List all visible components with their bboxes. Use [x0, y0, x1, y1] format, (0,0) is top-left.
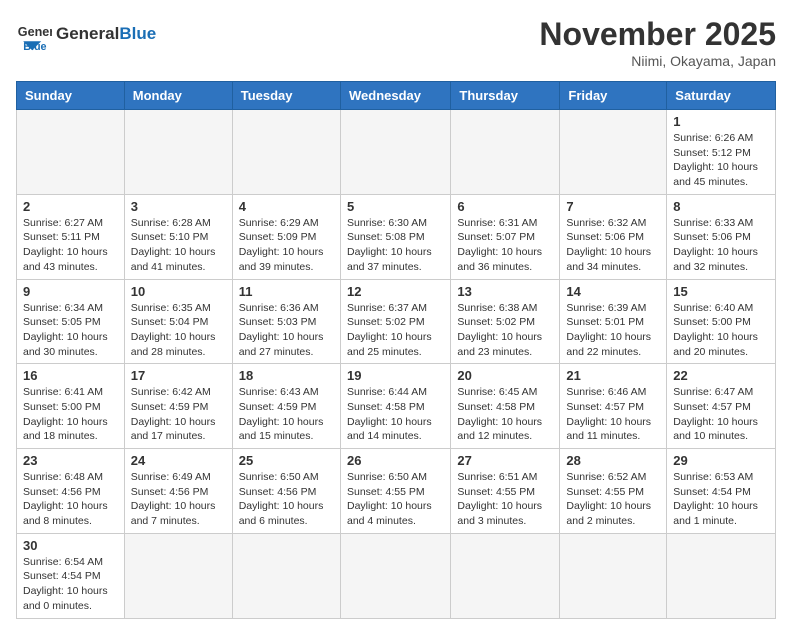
table-row	[17, 110, 125, 195]
table-row: 6 Sunrise: 6:31 AMSunset: 5:07 PMDayligh…	[451, 194, 560, 279]
table-row: 11 Sunrise: 6:36 AMSunset: 5:03 PMDaylig…	[232, 279, 340, 364]
month-title: November 2025	[539, 16, 776, 53]
table-row	[124, 110, 232, 195]
col-tuesday: Tuesday	[232, 82, 340, 110]
svg-text:General: General	[18, 25, 52, 39]
table-row: 1 Sunrise: 6:26 AMSunset: 5:12 PMDayligh…	[667, 110, 776, 195]
col-sunday: Sunday	[17, 82, 125, 110]
logo-blue: Blue	[119, 24, 156, 43]
table-row: 14 Sunrise: 6:39 AMSunset: 5:01 PMDaylig…	[560, 279, 667, 364]
table-row: 23 Sunrise: 6:48 AMSunset: 4:56 PMDaylig…	[17, 449, 125, 534]
table-row	[451, 533, 560, 618]
table-row: 2 Sunrise: 6:27 AMSunset: 5:11 PMDayligh…	[17, 194, 125, 279]
table-row: 7 Sunrise: 6:32 AMSunset: 5:06 PMDayligh…	[560, 194, 667, 279]
table-row: 17 Sunrise: 6:42 AMSunset: 4:59 PMDaylig…	[124, 364, 232, 449]
table-row: 18 Sunrise: 6:43 AMSunset: 4:59 PMDaylig…	[232, 364, 340, 449]
table-row: 28 Sunrise: 6:52 AMSunset: 4:55 PMDaylig…	[560, 449, 667, 534]
table-row: 29 Sunrise: 6:53 AMSunset: 4:54 PMDaylig…	[667, 449, 776, 534]
table-row: 8 Sunrise: 6:33 AMSunset: 5:06 PMDayligh…	[667, 194, 776, 279]
table-row: 20 Sunrise: 6:45 AMSunset: 4:58 PMDaylig…	[451, 364, 560, 449]
table-row: 21 Sunrise: 6:46 AMSunset: 4:57 PMDaylig…	[560, 364, 667, 449]
logo-general: General	[56, 24, 119, 43]
table-row: 30 Sunrise: 6:54 AMSunset: 4:54 PMDaylig…	[17, 533, 125, 618]
table-row: 5 Sunrise: 6:30 AMSunset: 5:08 PMDayligh…	[340, 194, 450, 279]
table-row: 26 Sunrise: 6:50 AMSunset: 4:55 PMDaylig…	[340, 449, 450, 534]
svg-text:Blue: Blue	[23, 41, 46, 52]
calendar-table: Sunday Monday Tuesday Wednesday Thursday…	[16, 81, 776, 619]
table-row: 13 Sunrise: 6:38 AMSunset: 5:02 PMDaylig…	[451, 279, 560, 364]
table-row: 25 Sunrise: 6:50 AMSunset: 4:56 PMDaylig…	[232, 449, 340, 534]
table-row	[560, 110, 667, 195]
col-thursday: Thursday	[451, 82, 560, 110]
table-row: 10 Sunrise: 6:35 AMSunset: 5:04 PMDaylig…	[124, 279, 232, 364]
table-row	[340, 533, 450, 618]
location: Niimi, Okayama, Japan	[539, 53, 776, 69]
table-row: 4 Sunrise: 6:29 AMSunset: 5:09 PMDayligh…	[232, 194, 340, 279]
page-header: General Blue GeneralBlue November 2025 N…	[16, 16, 776, 69]
table-row	[232, 533, 340, 618]
col-friday: Friday	[560, 82, 667, 110]
col-monday: Monday	[124, 82, 232, 110]
logo: General Blue GeneralBlue	[16, 16, 156, 52]
table-row	[560, 533, 667, 618]
table-row: 16 Sunrise: 6:41 AMSunset: 5:00 PMDaylig…	[17, 364, 125, 449]
table-row	[124, 533, 232, 618]
table-row: 22 Sunrise: 6:47 AMSunset: 4:57 PMDaylig…	[667, 364, 776, 449]
title-area: November 2025 Niimi, Okayama, Japan	[539, 16, 776, 69]
table-row: 24 Sunrise: 6:49 AMSunset: 4:56 PMDaylig…	[124, 449, 232, 534]
table-row: 19 Sunrise: 6:44 AMSunset: 4:58 PMDaylig…	[340, 364, 450, 449]
table-row: 9 Sunrise: 6:34 AMSunset: 5:05 PMDayligh…	[17, 279, 125, 364]
table-row: 15 Sunrise: 6:40 AMSunset: 5:00 PMDaylig…	[667, 279, 776, 364]
table-row: 12 Sunrise: 6:37 AMSunset: 5:02 PMDaylig…	[340, 279, 450, 364]
table-row: 3 Sunrise: 6:28 AMSunset: 5:10 PMDayligh…	[124, 194, 232, 279]
table-row: 27 Sunrise: 6:51 AMSunset: 4:55 PMDaylig…	[451, 449, 560, 534]
table-row	[667, 533, 776, 618]
col-saturday: Saturday	[667, 82, 776, 110]
table-row	[232, 110, 340, 195]
table-row	[451, 110, 560, 195]
col-wednesday: Wednesday	[340, 82, 450, 110]
table-row	[340, 110, 450, 195]
